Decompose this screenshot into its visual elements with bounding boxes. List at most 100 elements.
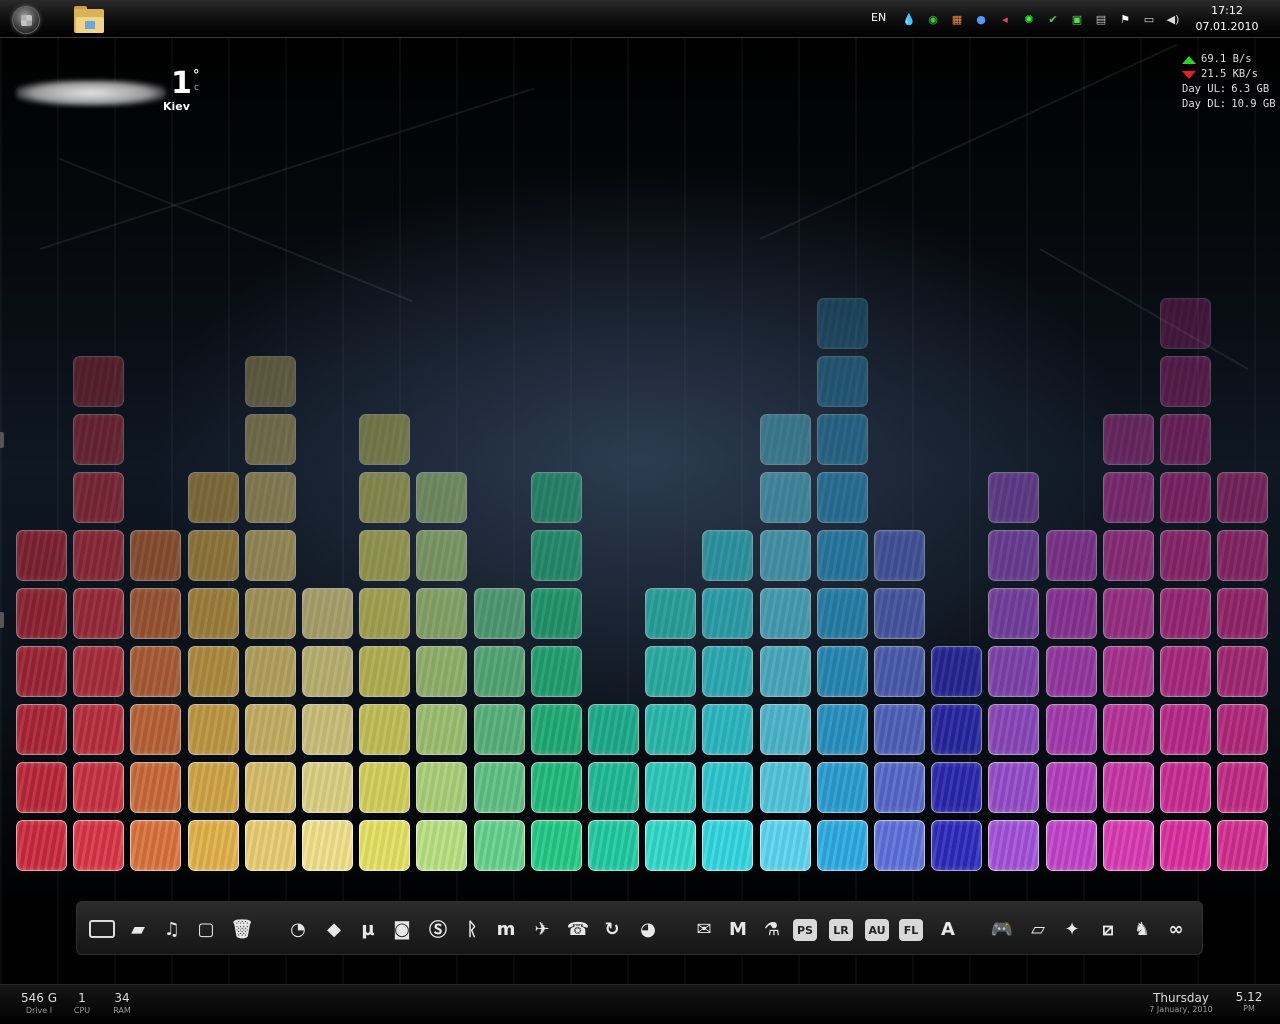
weather-city: Kiev <box>163 100 190 113</box>
documents-icon[interactable]: ▰ <box>123 914 153 944</box>
red-arrow-icon[interactable]: ◂ <box>996 10 1014 28</box>
mirc-icon[interactable]: m <box>491 914 521 944</box>
app-fox-icon[interactable]: ◆ <box>319 914 349 944</box>
language-indicator[interactable]: EN <box>871 11 886 24</box>
eq-tile <box>816 588 868 639</box>
tool-b-icon[interactable]: ☎ <box>563 914 593 944</box>
eq-tile <box>130 646 182 697</box>
colorful-app-icon[interactable]: ▦ <box>948 10 966 28</box>
eq-tile <box>759 530 811 581</box>
water-drop-icon[interactable]: 💧 <box>900 10 918 28</box>
cloud-icon <box>16 80 166 106</box>
ram-label: RAM <box>113 1006 131 1015</box>
font-app-icon[interactable]: A <box>933 914 963 944</box>
eq-tile <box>187 704 239 755</box>
razer-icon[interactable]: ✺ <box>1020 10 1038 28</box>
application-dock: ▰ ♫ ▢ 🗑 ◔ ◆ µ ◙ Ⓢ ᚱ m ✈ ☎ ↻ ◕ ✉ M ⚗ PS LR AU FL A 🎮 ▱ ✦ ⧄ ♞ ∞ <box>76 901 1203 955</box>
gamepad-icon[interactable]: 🎮 <box>987 914 1017 944</box>
eq-tile <box>816 472 868 523</box>
steam-like-icon[interactable]: ᚱ <box>457 914 487 944</box>
eq-tile <box>244 472 296 523</box>
blue-ball-icon[interactable]: ● <box>972 10 990 28</box>
green-lock-icon[interactable]: ▣ <box>1068 10 1086 28</box>
equalizer-visualization <box>0 0 1280 900</box>
flask-app-icon[interactable]: ⚗ <box>757 914 787 944</box>
windows-orb-icon <box>21 15 32 26</box>
eq-tile <box>1102 704 1154 755</box>
eq-tile <box>988 588 1040 639</box>
eq-tile <box>302 588 353 639</box>
gray-device-icon[interactable]: ▤ <box>1092 10 1110 28</box>
taskbar-clock[interactable]: 17:12 07.01.2010 <box>1193 3 1261 35</box>
computer-icon[interactable] <box>87 914 117 944</box>
eq-tile <box>816 820 868 871</box>
eq-tile <box>244 414 296 465</box>
clock-time: 17:12 <box>1211 4 1243 17</box>
eq-tile <box>816 298 868 349</box>
need-for-speed-icon[interactable]: ⧄ <box>1093 914 1123 944</box>
flag-icon[interactable]: ⚑ <box>1116 10 1134 28</box>
audition-icon[interactable]: AU <box>865 919 889 941</box>
side-edge-tab[interactable] <box>0 432 4 448</box>
eq-tile <box>244 762 296 813</box>
skype-icon[interactable]: Ⓢ <box>423 914 453 944</box>
eq-tile <box>359 646 411 697</box>
globe-app-icon[interactable]: ◕ <box>633 914 663 944</box>
eq-tile <box>16 646 67 697</box>
eq-tile <box>988 646 1040 697</box>
folder-window <box>85 21 95 29</box>
utorrent-icon[interactable]: µ <box>353 914 383 944</box>
firefox-icon[interactable]: ◔ <box>283 914 313 944</box>
eq-tile <box>244 356 296 407</box>
envelope-app-icon[interactable]: ✉ <box>689 914 719 944</box>
pictures-icon[interactable]: ▢ <box>191 914 221 944</box>
side-edge-tab[interactable] <box>0 612 4 628</box>
eq-tile <box>16 762 67 813</box>
recycle-bin-icon[interactable]: 🗑 <box>227 914 257 944</box>
full-date: 7 January, 2010 <box>1149 1005 1213 1014</box>
eq-tile <box>1217 762 1269 813</box>
eq-tile <box>130 588 182 639</box>
media-studio-icon[interactable]: M <box>723 914 753 944</box>
game-b-icon[interactable]: ✦ <box>1057 914 1087 944</box>
eq-tile <box>1102 762 1154 813</box>
date-widget: Thursday 7 January, 2010 <box>1140 991 1222 1014</box>
counter-strike-icon[interactable]: ♞ <box>1127 914 1157 944</box>
start-button[interactable] <box>12 6 40 34</box>
eq-tile <box>702 704 754 755</box>
music-icon[interactable]: ♫ <box>157 914 187 944</box>
eq-tile <box>416 588 468 639</box>
network-app-icon[interactable]: ∞ <box>1161 914 1191 944</box>
messenger-icon[interactable]: ◙ <box>387 914 417 944</box>
eq-tile <box>473 762 525 813</box>
network-icon[interactable]: ▭ <box>1140 10 1158 28</box>
lightroom-icon[interactable]: LR <box>829 919 853 941</box>
eq-tile <box>530 820 582 871</box>
eq-tile <box>1160 762 1211 813</box>
eq-tile <box>874 704 925 755</box>
eq-tile <box>1160 414 1211 465</box>
green-circle-icon[interactable]: ◉ <box>924 10 942 28</box>
refresh-app-icon[interactable]: ↻ <box>597 914 627 944</box>
eq-tile <box>530 704 582 755</box>
eq-tile <box>1102 588 1154 639</box>
eq-tile <box>73 762 125 813</box>
green-shield-icon[interactable]: ✔ <box>1044 10 1062 28</box>
eq-tile <box>187 762 239 813</box>
eq-tile <box>187 530 239 581</box>
eq-tile <box>1217 588 1269 639</box>
volume-icon[interactable]: ◀) <box>1164 10 1182 28</box>
taskbar: EN 💧 ◉ ▦ ● ◂ ✺ ✔ ▣ ▤ ⚑ ▭ ◀) 17:12 07.01.2010 <box>0 0 1280 38</box>
flash-icon[interactable]: FL <box>899 919 923 941</box>
tool-a-icon[interactable]: ✈ <box>527 914 557 944</box>
eq-tile <box>1102 472 1154 523</box>
game-car-icon[interactable]: ▱ <box>1023 914 1053 944</box>
eq-tile <box>759 414 811 465</box>
weather-widget[interactable]: 1 ° c Kiev <box>14 66 200 122</box>
upload-row: 69.1 B/s <box>1182 52 1278 67</box>
photoshop-icon[interactable]: PS <box>793 919 817 941</box>
ram-value: 34 <box>114 991 130 1005</box>
explorer-pinned-button[interactable] <box>72 5 106 35</box>
eq-tile <box>187 472 239 523</box>
eq-tile <box>1217 646 1269 697</box>
